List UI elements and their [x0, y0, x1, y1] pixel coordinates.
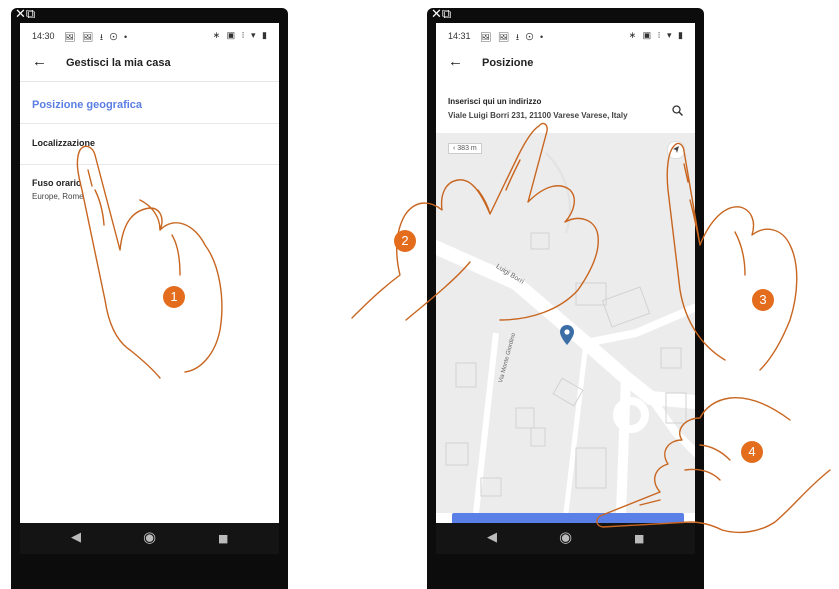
search-icon[interactable]	[672, 105, 683, 116]
map-pin-icon	[560, 325, 574, 345]
left-phone-frame: ✕⧉ 14:30 🖼 🖼 ⭳ ⊙ • ∗ ▣ ⁝ ▾ ▮ ← Gestisci …	[11, 8, 288, 589]
my-location-button[interactable]	[667, 141, 685, 159]
right-phone-frame: ✕⧉ 14:31 🖼 🖼 ⭳ ⊙ • ∗ ▣ ⁝ ▾ ▮ ← Posizione…	[427, 8, 704, 589]
list-item-value: Europe, Rome	[32, 192, 84, 201]
status-time: 14:31	[448, 31, 471, 41]
system-icons: ∗ ▣ ⁝ ▾ ▮	[212, 30, 269, 40]
page-title: Gestisci la mia casa	[66, 57, 171, 69]
status-bar: 14:31 🖼 🖼 ⭳ ⊙ • ∗ ▣ ⁝ ▾ ▮	[436, 23, 695, 47]
nav-back-icon[interactable]: ◀	[71, 530, 81, 545]
nav-recent-icon[interactable]: ■	[218, 532, 228, 545]
step-callout-4: 4	[741, 441, 763, 463]
system-icons: ∗ ▣ ⁝ ▾ ▮	[628, 30, 685, 40]
back-arrow-icon[interactable]: ←	[32, 53, 47, 70]
page-title: Posizione	[482, 57, 534, 69]
phone-top-icons: ✕⧉	[15, 7, 36, 22]
step-callout-3: 3	[752, 289, 774, 311]
left-phone-screen: 14:30 🖼 🖼 ⭳ ⊙ • ∗ ▣ ⁝ ▾ ▮ ← Gestisci la …	[20, 23, 279, 554]
navigation-arrow-icon	[673, 146, 679, 153]
step-callout-1: 1	[163, 286, 185, 308]
nav-back-icon[interactable]: ◀	[487, 530, 497, 545]
address-search-field[interactable]: Inserisci qui un indirizzo Viale Luigi B…	[436, 81, 695, 133]
status-bar: 14:30 🖼 🖼 ⭳ ⊙ • ∗ ▣ ⁝ ▾ ▮	[20, 23, 279, 47]
nav-home-icon[interactable]: ◉	[559, 528, 572, 546]
right-phone-screen: 14:31 🖼 🖼 ⭳ ⊙ • ∗ ▣ ⁝ ▾ ▮ ← Posizione In…	[436, 23, 695, 554]
list-item-label: Fuso orario	[32, 178, 82, 188]
address-label: Inserisci qui un indirizzo	[448, 97, 542, 106]
address-input[interactable]: Viale Luigi Borri 231, 21100 Varese Vare…	[448, 111, 628, 120]
map-graphics	[436, 133, 695, 513]
notification-icons: 🖼 🖼 ⭳ ⊙ •	[64, 32, 130, 42]
section-title: Posizione geografica	[32, 99, 143, 111]
map-scale-value: 383 m	[457, 145, 477, 152]
map-view[interactable]: ‹ 383 m Luigi Borri Via Monte Giordino	[436, 133, 695, 513]
status-time: 14:30	[32, 31, 55, 41]
nav-bar: ◀ ◉ ■	[436, 523, 695, 554]
back-arrow-icon[interactable]: ←	[448, 53, 463, 70]
list-item-localizzazione[interactable]: Localizzazione	[20, 124, 279, 164]
nav-home-icon[interactable]: ◉	[143, 528, 156, 546]
list-item-label: Localizzazione	[32, 138, 96, 148]
phone-top-icons: ✕⧉	[431, 7, 452, 22]
app-bar: ← Gestisci la mia casa	[20, 47, 279, 82]
step-callout-2: 2	[394, 230, 416, 252]
nav-recent-icon[interactable]: ■	[634, 532, 644, 545]
app-bar: ← Posizione	[436, 47, 695, 81]
nav-bar: ◀ ◉ ■	[20, 523, 279, 554]
map-scale: ‹ 383 m	[448, 143, 482, 154]
list-item-fuso-orario[interactable]: Fuso orario Europe, Rome	[20, 165, 279, 209]
notification-icons: 🖼 🖼 ⭳ ⊙ •	[480, 32, 546, 42]
